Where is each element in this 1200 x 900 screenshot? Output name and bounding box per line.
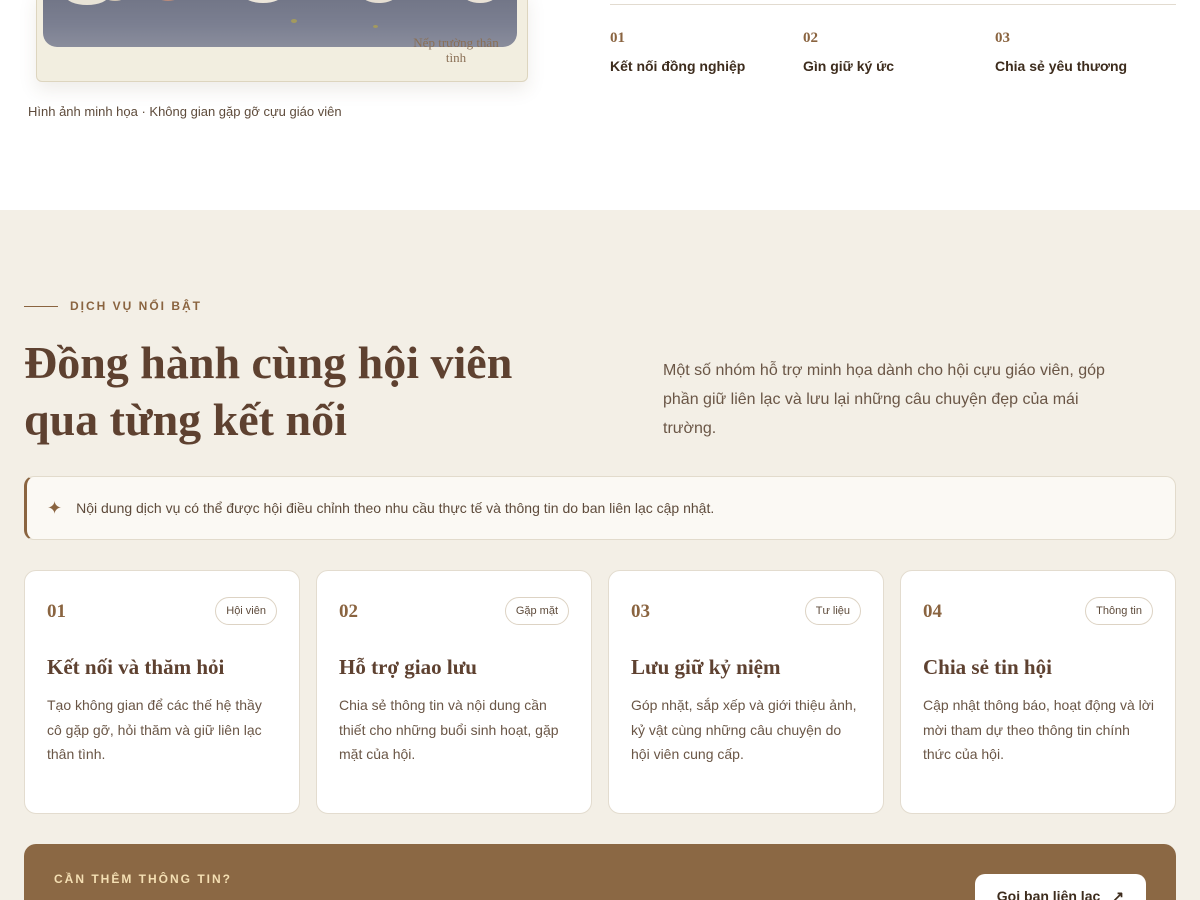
feature-number: 03 bbox=[995, 30, 1010, 46]
photo-caption: Hình ảnh minh họa · Không gian gặp gỡ cự… bbox=[28, 104, 342, 119]
feature-item: 02 Gìn giữ ký ức bbox=[803, 30, 983, 74]
card-number: 02 bbox=[339, 601, 358, 622]
card-title: Lưu giữ kỷ niệm bbox=[631, 655, 781, 679]
card-tag: Gặp mặt bbox=[504, 597, 569, 625]
eyebrow-line bbox=[24, 305, 58, 307]
cta-eyebrow: CẦN THÊM THÔNG TIN? bbox=[54, 872, 232, 886]
photo-frame: Nếp trường thân tình bbox=[36, 0, 528, 82]
card-tag: Tư liệu bbox=[804, 597, 861, 625]
cta-banner: CẦN THÊM THÔNG TIN? Gọi ban liên lạc ↗ bbox=[24, 844, 1176, 900]
card-description: Góp nhặt, sắp xếp và giới thiệu ảnh, kỷ … bbox=[631, 697, 857, 762]
about-section: Nếp trường thân tình Hình ảnh minh họa ·… bbox=[0, 0, 1200, 210]
sparkle-icon: ✦ bbox=[47, 497, 63, 518]
section-title-line-1: Đồng hành cùng hội viên bbox=[24, 337, 513, 388]
divider bbox=[610, 4, 1176, 5]
service-card[interactable]: 01 Hội viên Kết nối và thăm hỏi Tạo khôn… bbox=[24, 570, 300, 814]
contact-button-label: Gọi ban liên lạc bbox=[996, 888, 1101, 900]
card-number: 04 bbox=[923, 601, 942, 622]
service-card[interactable]: 02 Gặp mặt Hỗ trợ giao lưu Chia sẻ thông… bbox=[316, 570, 592, 814]
section-intro: Một số nhóm hỗ trợ minh họa dành cho hội… bbox=[663, 362, 1105, 437]
section-title-line-2: qua từng kết nối bbox=[24, 394, 347, 445]
service-card[interactable]: 03 Tư liệu Lưu giữ kỷ niệm Góp nhặt, sắp… bbox=[608, 570, 884, 814]
feature-label: Kết nối đồng nghiệp bbox=[610, 58, 746, 74]
contact-button[interactable]: Gọi ban liên lạc ↗ bbox=[974, 874, 1146, 900]
feature-number: 01 bbox=[610, 30, 625, 46]
service-card[interactable]: 04 Thông tin Chia sẻ tin hội Cập nhật th… bbox=[900, 570, 1176, 814]
section-title: Đồng hành cùng hội viên qua từng kết nối bbox=[24, 334, 584, 448]
services-section: DỊCH VỤ NỔI BẬT Đồng hành cùng hội viên … bbox=[0, 210, 1200, 900]
service-cards: 01 Hội viên Kết nối và thăm hỏi Tạo khôn… bbox=[24, 570, 1176, 814]
card-tag: Thông tin bbox=[1085, 597, 1153, 625]
feature-item: 01 Kết nối đồng nghiệp bbox=[610, 30, 790, 74]
feature-label: Chia sẻ yêu thương bbox=[995, 58, 1128, 74]
section-eyebrow: DỊCH VỤ NỔI BẬT bbox=[24, 299, 202, 313]
card-description: Tạo không gian để các thế hệ thầy cô gặp… bbox=[47, 697, 262, 762]
notice-text: Nội dung dịch vụ có thể được hội điều ch… bbox=[76, 500, 715, 516]
arrow-up-right-icon: ↗ bbox=[1112, 887, 1124, 900]
card-title: Chia sẻ tin hội bbox=[923, 655, 1052, 679]
card-tag: Hội viên bbox=[215, 597, 277, 625]
card-description: Chia sẻ thông tin và nội dung cần thiết … bbox=[339, 697, 559, 762]
notice-box: ✦ Nội dung dịch vụ có thể được hội điều … bbox=[24, 476, 1176, 540]
card-title: Hỗ trợ giao lưu bbox=[339, 655, 477, 679]
photo-stamp: Nếp trường thân tình bbox=[413, 35, 499, 65]
card-description: Cập nhật thông báo, hoạt động và lời mời… bbox=[923, 697, 1155, 762]
feature-item: 03 Chia sẻ yêu thương bbox=[995, 30, 1175, 74]
card-number: 01 bbox=[47, 601, 66, 622]
feature-label: Gìn giữ ký ức bbox=[803, 58, 895, 74]
feature-number: 02 bbox=[803, 30, 818, 46]
card-number: 03 bbox=[631, 601, 650, 622]
eyebrow-text: DỊCH VỤ NỔI BẬT bbox=[70, 299, 202, 313]
card-title: Kết nối và thăm hỏi bbox=[47, 655, 225, 679]
